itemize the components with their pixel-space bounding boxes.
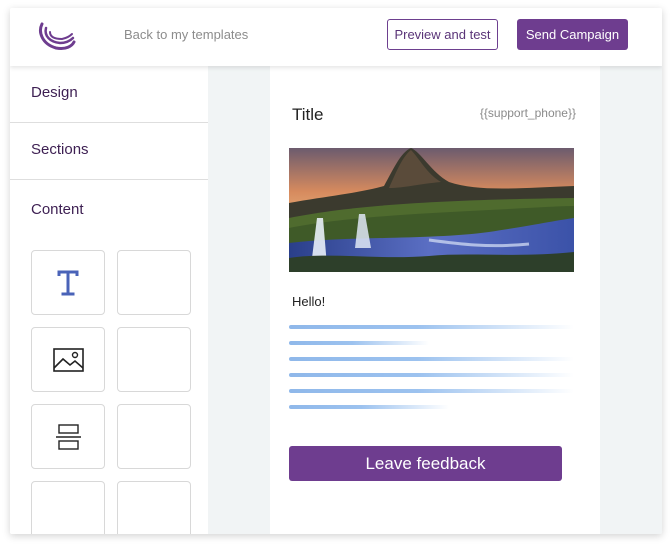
sidebar-item-design[interactable]: Design [10, 66, 208, 123]
empty-tile[interactable] [117, 250, 191, 315]
divider-block-tile[interactable] [31, 404, 105, 469]
back-to-templates-link[interactable]: Back to my templates [124, 27, 248, 42]
text-block-tile[interactable] [31, 250, 105, 315]
top-bar: Back to my templates Preview and test Se… [10, 8, 662, 66]
empty-tile[interactable] [117, 481, 191, 534]
email-title[interactable]: Title [292, 105, 324, 125]
preview-and-test-button[interactable]: Preview and test [387, 19, 498, 50]
send-campaign-button[interactable]: Send Campaign [517, 19, 628, 50]
text-placeholder-line [289, 389, 574, 393]
sidebar-item-sections[interactable]: Sections [10, 123, 208, 180]
email-preview-card: Title {{support_phone}} Hello! Leave fee… [270, 66, 600, 534]
support-phone-placeholder[interactable]: {{support_phone}} [480, 106, 576, 120]
empty-tile[interactable] [31, 481, 105, 534]
text-placeholder-line [289, 325, 574, 329]
image-icon [53, 348, 84, 372]
empty-tile[interactable] [117, 327, 191, 392]
text-placeholder-line [289, 341, 429, 345]
text-placeholder-line [289, 373, 574, 377]
sidebar-item-content[interactable]: Content [31, 201, 84, 218]
sidebar-item-label: Design [31, 84, 78, 101]
leave-feedback-button[interactable]: Leave feedback [289, 446, 562, 481]
template-editor-window: Back to my templates Preview and test Se… [10, 8, 662, 534]
image-block-tile[interactable] [31, 327, 105, 392]
text-icon [57, 270, 79, 296]
brand-logo-icon[interactable] [36, 18, 76, 54]
greeting-text[interactable]: Hello! [292, 294, 325, 309]
text-placeholder-line [289, 405, 449, 409]
hero-image[interactable] [289, 148, 574, 272]
empty-tile[interactable] [117, 404, 191, 469]
editor-sidebar: Design Sections Content [10, 66, 208, 534]
divider-icon [56, 424, 81, 450]
email-canvas: Title {{support_phone}} Hello! Leave fee… [208, 66, 662, 534]
sidebar-item-label: Sections [31, 141, 89, 158]
text-placeholder-line [289, 357, 574, 361]
